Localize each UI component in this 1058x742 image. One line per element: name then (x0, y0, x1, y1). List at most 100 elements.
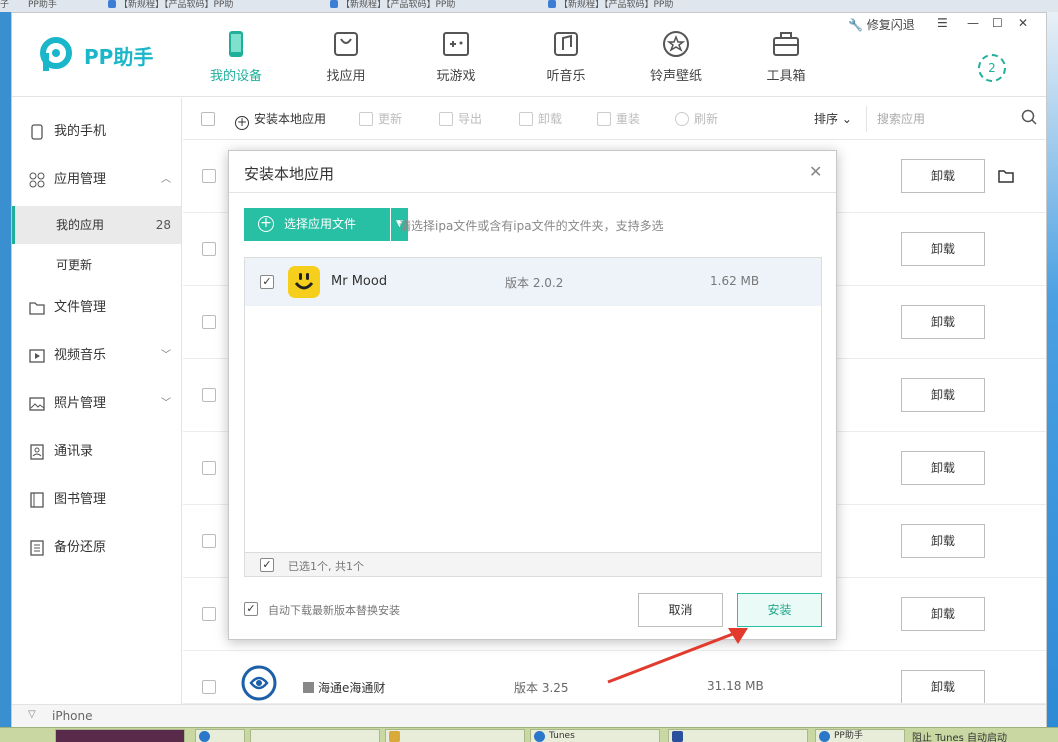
uninstall-toolbar-button[interactable]: 卸载 (519, 110, 562, 127)
auto-update-checkbox[interactable]: ✓ (244, 602, 258, 616)
repair-crash-button[interactable]: 🔧 修复闪退 (848, 16, 915, 33)
refresh-button[interactable]: 刷新 (675, 110, 718, 127)
pp-logo-icon (40, 37, 72, 71)
phone-icon (31, 124, 43, 140)
mr-mood-app-icon (288, 266, 320, 298)
sidebar: 我的手机 应用管理 ︿ 我的应用 28 可更新 文件管理 视频音乐 ﹀ 照片管理… (12, 98, 182, 704)
device-name[interactable]: iPhone (52, 709, 93, 723)
toolbox-icon (773, 32, 799, 56)
search-input[interactable]: 搜索应用 (877, 110, 925, 127)
app-logo-text: PP助手 (84, 45, 154, 69)
search-icon[interactable] (1021, 109, 1037, 125)
word-icon (672, 731, 683, 742)
select-all-checkbox[interactable] (201, 112, 215, 126)
background-tab[interactable]: 【新规程】【产品软码】PP助 (108, 0, 318, 12)
background-tab[interactable]: PP助手 (28, 0, 98, 12)
app-badge-icon (303, 682, 314, 693)
sidebar-item-contacts[interactable]: 通讯录 (12, 432, 181, 472)
taskbar-item[interactable] (385, 729, 525, 742)
minimize-icon[interactable]: — (967, 16, 979, 30)
row-checkbox[interactable] (202, 388, 216, 402)
app-icon (534, 731, 545, 742)
export-button[interactable]: 导出 (439, 110, 482, 127)
background-tab[interactable]: 子 (0, 0, 28, 12)
select-all-checkbox[interactable]: ✓ (260, 558, 274, 572)
download-progress-badge[interactable]: 2 (978, 54, 1006, 82)
uninstall-button[interactable]: 卸载 (901, 232, 985, 266)
uninstall-button[interactable]: 卸载 (901, 159, 985, 193)
row-checkbox[interactable] (202, 680, 216, 694)
sidebar-item-app-management[interactable]: 应用管理 ︿ (12, 160, 181, 200)
chevron-down-icon[interactable]: ▽ (28, 709, 36, 720)
background-tab[interactable]: 【新规程】【产品软码】PP助 (330, 0, 535, 12)
windows-taskbar: Tunes PP助手 阻止 Tunes 自动启动 (0, 727, 1058, 742)
taskbar-notice: 阻止 Tunes 自动启动 (912, 733, 1007, 742)
taskbar-item[interactable]: Tunes (530, 729, 660, 742)
nav-toolbox[interactable]: 工具箱 (741, 29, 831, 84)
taskbar-item[interactable] (195, 729, 245, 742)
export-icon (439, 112, 453, 126)
install-local-app-dialog: 安装本地应用 ✕ + 选择应用文件 ▼ 请选择ipa文件或含有ipa文件的文件夹… (228, 150, 837, 640)
gamepad-icon (443, 32, 469, 56)
reinstall-icon (597, 112, 611, 126)
refresh-icon (675, 112, 689, 126)
folder-icon[interactable] (998, 168, 1014, 184)
taskbar-item[interactable] (668, 729, 808, 742)
music-icon (554, 32, 578, 56)
nav-find-apps[interactable]: 找应用 (301, 29, 391, 84)
list-item[interactable]: ✓ Mr Mood 版本 2.0.2 1.62 MB (245, 258, 821, 306)
nav-my-device[interactable]: 我的设备 (191, 29, 281, 84)
maximize-icon[interactable]: ☐ (992, 16, 1003, 30)
chevron-down-icon: ﹀ (161, 350, 171, 361)
wrench-icon: 🔧 (848, 18, 863, 32)
book-icon (30, 492, 44, 508)
plus-icon: + (258, 216, 274, 232)
app-version: 版本 2.0.2 (505, 276, 564, 290)
apps-icon (29, 172, 45, 188)
row-checkbox[interactable] (202, 242, 216, 256)
taskbar-item[interactable] (250, 729, 380, 742)
background-tab[interactable]: 【新规程】【产品软码】PP助 (548, 0, 728, 12)
my-apps-count: 28 (155, 218, 171, 232)
uninstall-button[interactable]: 卸载 (901, 524, 985, 558)
install-local-app-button[interactable]: + 安装本地应用 (235, 110, 326, 130)
uninstall-button[interactable]: 卸载 (901, 378, 985, 412)
annotation-arrow (607, 628, 748, 684)
uninstall-button[interactable]: 卸载 (901, 305, 985, 339)
uninstall-button[interactable]: 卸载 (901, 597, 985, 631)
uninstall-button[interactable]: 卸载 (901, 451, 985, 485)
list-summary-bar: ✓ 已选1个, 共1个 (245, 552, 821, 576)
uninstall-button[interactable]: 卸载 (901, 670, 985, 703)
sort-dropdown[interactable]: 排序 ⌄ (814, 110, 852, 127)
row-checkbox[interactable] (202, 607, 216, 621)
sidebar-item-my-phone[interactable]: 我的手机 (12, 112, 181, 152)
row-checkbox[interactable] (202, 461, 216, 475)
sidebar-item-photo-management[interactable]: 照片管理 ﹀ (12, 384, 181, 424)
sidebar-item-backup-restore[interactable]: 备份还原 (12, 528, 181, 568)
row-checkbox[interactable] (202, 534, 216, 548)
dialog-divider (229, 192, 836, 193)
nav-games[interactable]: 玩游戏 (411, 29, 501, 84)
row-checkbox[interactable] (202, 169, 216, 183)
close-icon[interactable]: ✕ (809, 162, 822, 181)
tab-favicon-icon (548, 0, 556, 8)
nav-ringtones-wallpapers[interactable]: 铃声壁纸 (631, 29, 721, 84)
app-icon (199, 731, 210, 742)
app-checkbox[interactable]: ✓ (260, 275, 274, 289)
app-name: 海通e海通财 (303, 679, 385, 696)
row-checkbox[interactable] (202, 315, 216, 329)
sidebar-item-updatable[interactable]: 可更新 (12, 246, 181, 284)
sidebar-item-video-music[interactable]: 视频音乐 ﹀ (12, 336, 181, 376)
sidebar-item-my-apps[interactable]: 我的应用 28 (12, 206, 181, 244)
sidebar-item-book-management[interactable]: 图书管理 (12, 480, 181, 520)
select-app-file-button[interactable]: + 选择应用文件 (244, 208, 390, 241)
folder-icon (389, 731, 400, 742)
reinstall-button[interactable]: 重装 (597, 110, 640, 127)
sidebar-item-file-management[interactable]: 文件管理 (12, 288, 181, 328)
close-icon[interactable]: ✕ (1018, 16, 1028, 30)
menu-icon[interactable]: ☰ (937, 16, 948, 30)
taskbar-item[interactable] (55, 729, 185, 742)
update-button[interactable]: 更新 (359, 110, 402, 127)
taskbar-item[interactable]: PP助手 (815, 729, 905, 742)
nav-music[interactable]: 听音乐 (521, 29, 611, 84)
